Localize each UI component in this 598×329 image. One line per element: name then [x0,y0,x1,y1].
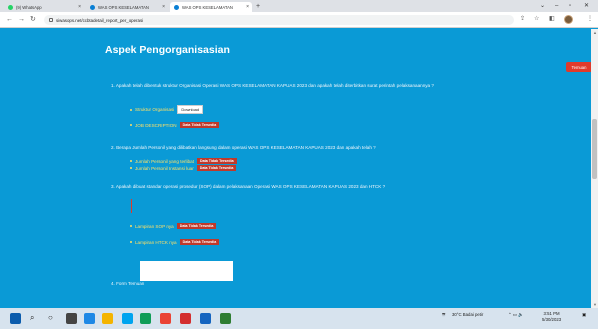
edge-icon[interactable] [84,313,95,324]
question-3: 3. Apakah dibuat standar operasi prosedu… [111,184,386,189]
scrollbar[interactable]: ▲ ▼ [591,29,598,308]
list-item: Lampiran HTCK nya Data Tidak Tersedia [130,239,220,245]
download-button[interactable]: Download [177,105,204,114]
list-item: JOB DESCRIPTION Data Tidak Tersedia [130,122,220,128]
item-label: Lampiran HTCK nya [135,239,177,245]
divider [131,199,132,213]
chevron-down-icon[interactable]: ⌄ [540,1,545,11]
word-icon[interactable] [200,313,211,324]
site-icon [174,4,179,10]
bullet-icon [130,124,132,126]
star-icon[interactable]: ☆ [534,15,539,24]
url-text: siwasops.net/ccbtadetail_report_per_oper… [56,17,144,23]
status-badge: Data Tidak Tersedia [179,239,220,245]
address-bar[interactable]: siwasops.net/ccbtadetail_report_per_oper… [44,15,514,25]
tab-label: WAS OPS KESELAMATAN [98,4,149,10]
list-item: Jumlah Personil yang terlibat Data Tidak… [130,158,237,164]
tab-label: WAS OPS KESELAMATAN [182,4,233,10]
chrome-icon[interactable] [140,313,151,324]
minimize-icon[interactable]: – [555,1,558,11]
tab-was-ops-1[interactable]: WAS OPS KESELAMATAN × [86,2,168,12]
share-icon[interactable]: ⇪ [520,15,525,24]
bullet-icon [130,241,132,243]
browser-toolbar: ← → ↻ siwasops.net/ccbtadetail_report_pe… [0,12,598,28]
tab-label: (9) WhatsApp [16,4,42,10]
site-icon [90,4,95,10]
item-label: JOB DESCRIPTION [135,122,177,128]
question-2: 2. Berapa Jumlah Personil yang dilibatka… [111,145,376,150]
notification-icon[interactable]: ▣ [582,312,586,318]
item-label: Jumlah Personil yang terlibat [135,158,194,164]
status-badge: Data Tidak Tersedia [176,223,217,229]
weather-icon[interactable]: ⛈ [442,312,445,318]
page-title: Aspek Pengorganisasian [105,44,230,56]
back-icon[interactable]: ← [6,15,13,24]
taskbar: ⌕ ○ ⛈ 30°C Badai petir ⌃ ▭ 🔈 3:51 PM 5/3… [0,308,598,329]
date-text: 5/30/2023 [542,317,562,322]
excel-icon[interactable] [220,313,231,324]
scroll-up-icon[interactable]: ▲ [593,30,597,35]
question-1: 1. Apakah telah dibentuk struktur Organi… [111,83,434,88]
bullet-icon [130,167,132,169]
close-icon[interactable]: × [78,4,81,10]
status-badge: Data Tidak Tersedia [196,158,237,164]
close-icon[interactable]: × [246,4,249,10]
lock-icon [49,18,53,22]
widgets-icon[interactable] [66,313,77,324]
forward-icon[interactable]: → [18,15,25,24]
tab-whatsapp[interactable]: (9) WhatsApp × [4,2,84,12]
bullet-icon [130,108,132,111]
task-view-icon[interactable]: ○ [48,313,59,324]
scrollbar-thumb[interactable] [592,119,597,179]
item-label: Jumlah Personil Instansi luar [135,165,194,171]
question-4: 4. Form Temuan [111,281,145,286]
whatsapp-icon [8,4,13,10]
form-temuan-box[interactable] [140,261,233,281]
scroll-down-icon[interactable]: ▼ [593,302,597,307]
close-icon[interactable]: × [162,4,165,10]
sidebar-icon[interactable]: ◧ [549,15,555,24]
windows-start-icon[interactable] [10,313,21,324]
tray-icons[interactable]: ⌃ ▭ 🔈 [508,312,523,318]
status-badge: Data Tidak Tersedia [179,122,220,128]
app-icon[interactable] [160,313,171,324]
file-explorer-icon[interactable] [102,313,113,324]
tab-strip: (9) WhatsApp × WAS OPS KESELAMATAN × WAS… [0,0,598,12]
clock[interactable]: 3:51 PM 5/30/2023 [542,311,561,323]
status-badge: Data Tidak Tersedia [196,165,237,171]
pdf-icon[interactable] [180,313,191,324]
temuan-button[interactable]: Temuan [566,62,592,72]
reload-icon[interactable]: ↻ [30,15,36,24]
new-tab-button[interactable]: + [256,2,260,11]
item-label: Struktur Organisasi [135,107,175,112]
list-item: Struktur Organisasi Download [130,105,204,114]
menu-icon[interactable]: ⋮ [587,15,593,24]
tab-was-ops-2[interactable]: WAS OPS KESELAMATAN × [170,2,252,12]
list-item: Lampiran SOP nya Data Tidak Tersedia [130,223,217,229]
close-window-icon[interactable]: ✕ [584,1,589,11]
bullet-icon [130,225,132,227]
page-content: Aspek Pengorganisasian Temuan 1. Apakah … [0,29,598,308]
maximize-icon[interactable]: ▫ [569,1,571,11]
search-icon[interactable]: ⌕ [30,313,41,324]
avatar[interactable] [564,15,573,24]
list-item: Jumlah Personil Instansi luar Data Tidak… [130,165,237,171]
bullet-icon [130,160,132,162]
store-icon[interactable] [122,313,133,324]
item-label: Lampiran SOP nya [135,223,174,229]
weather-text[interactable]: 30°C Badai petir [452,312,483,318]
